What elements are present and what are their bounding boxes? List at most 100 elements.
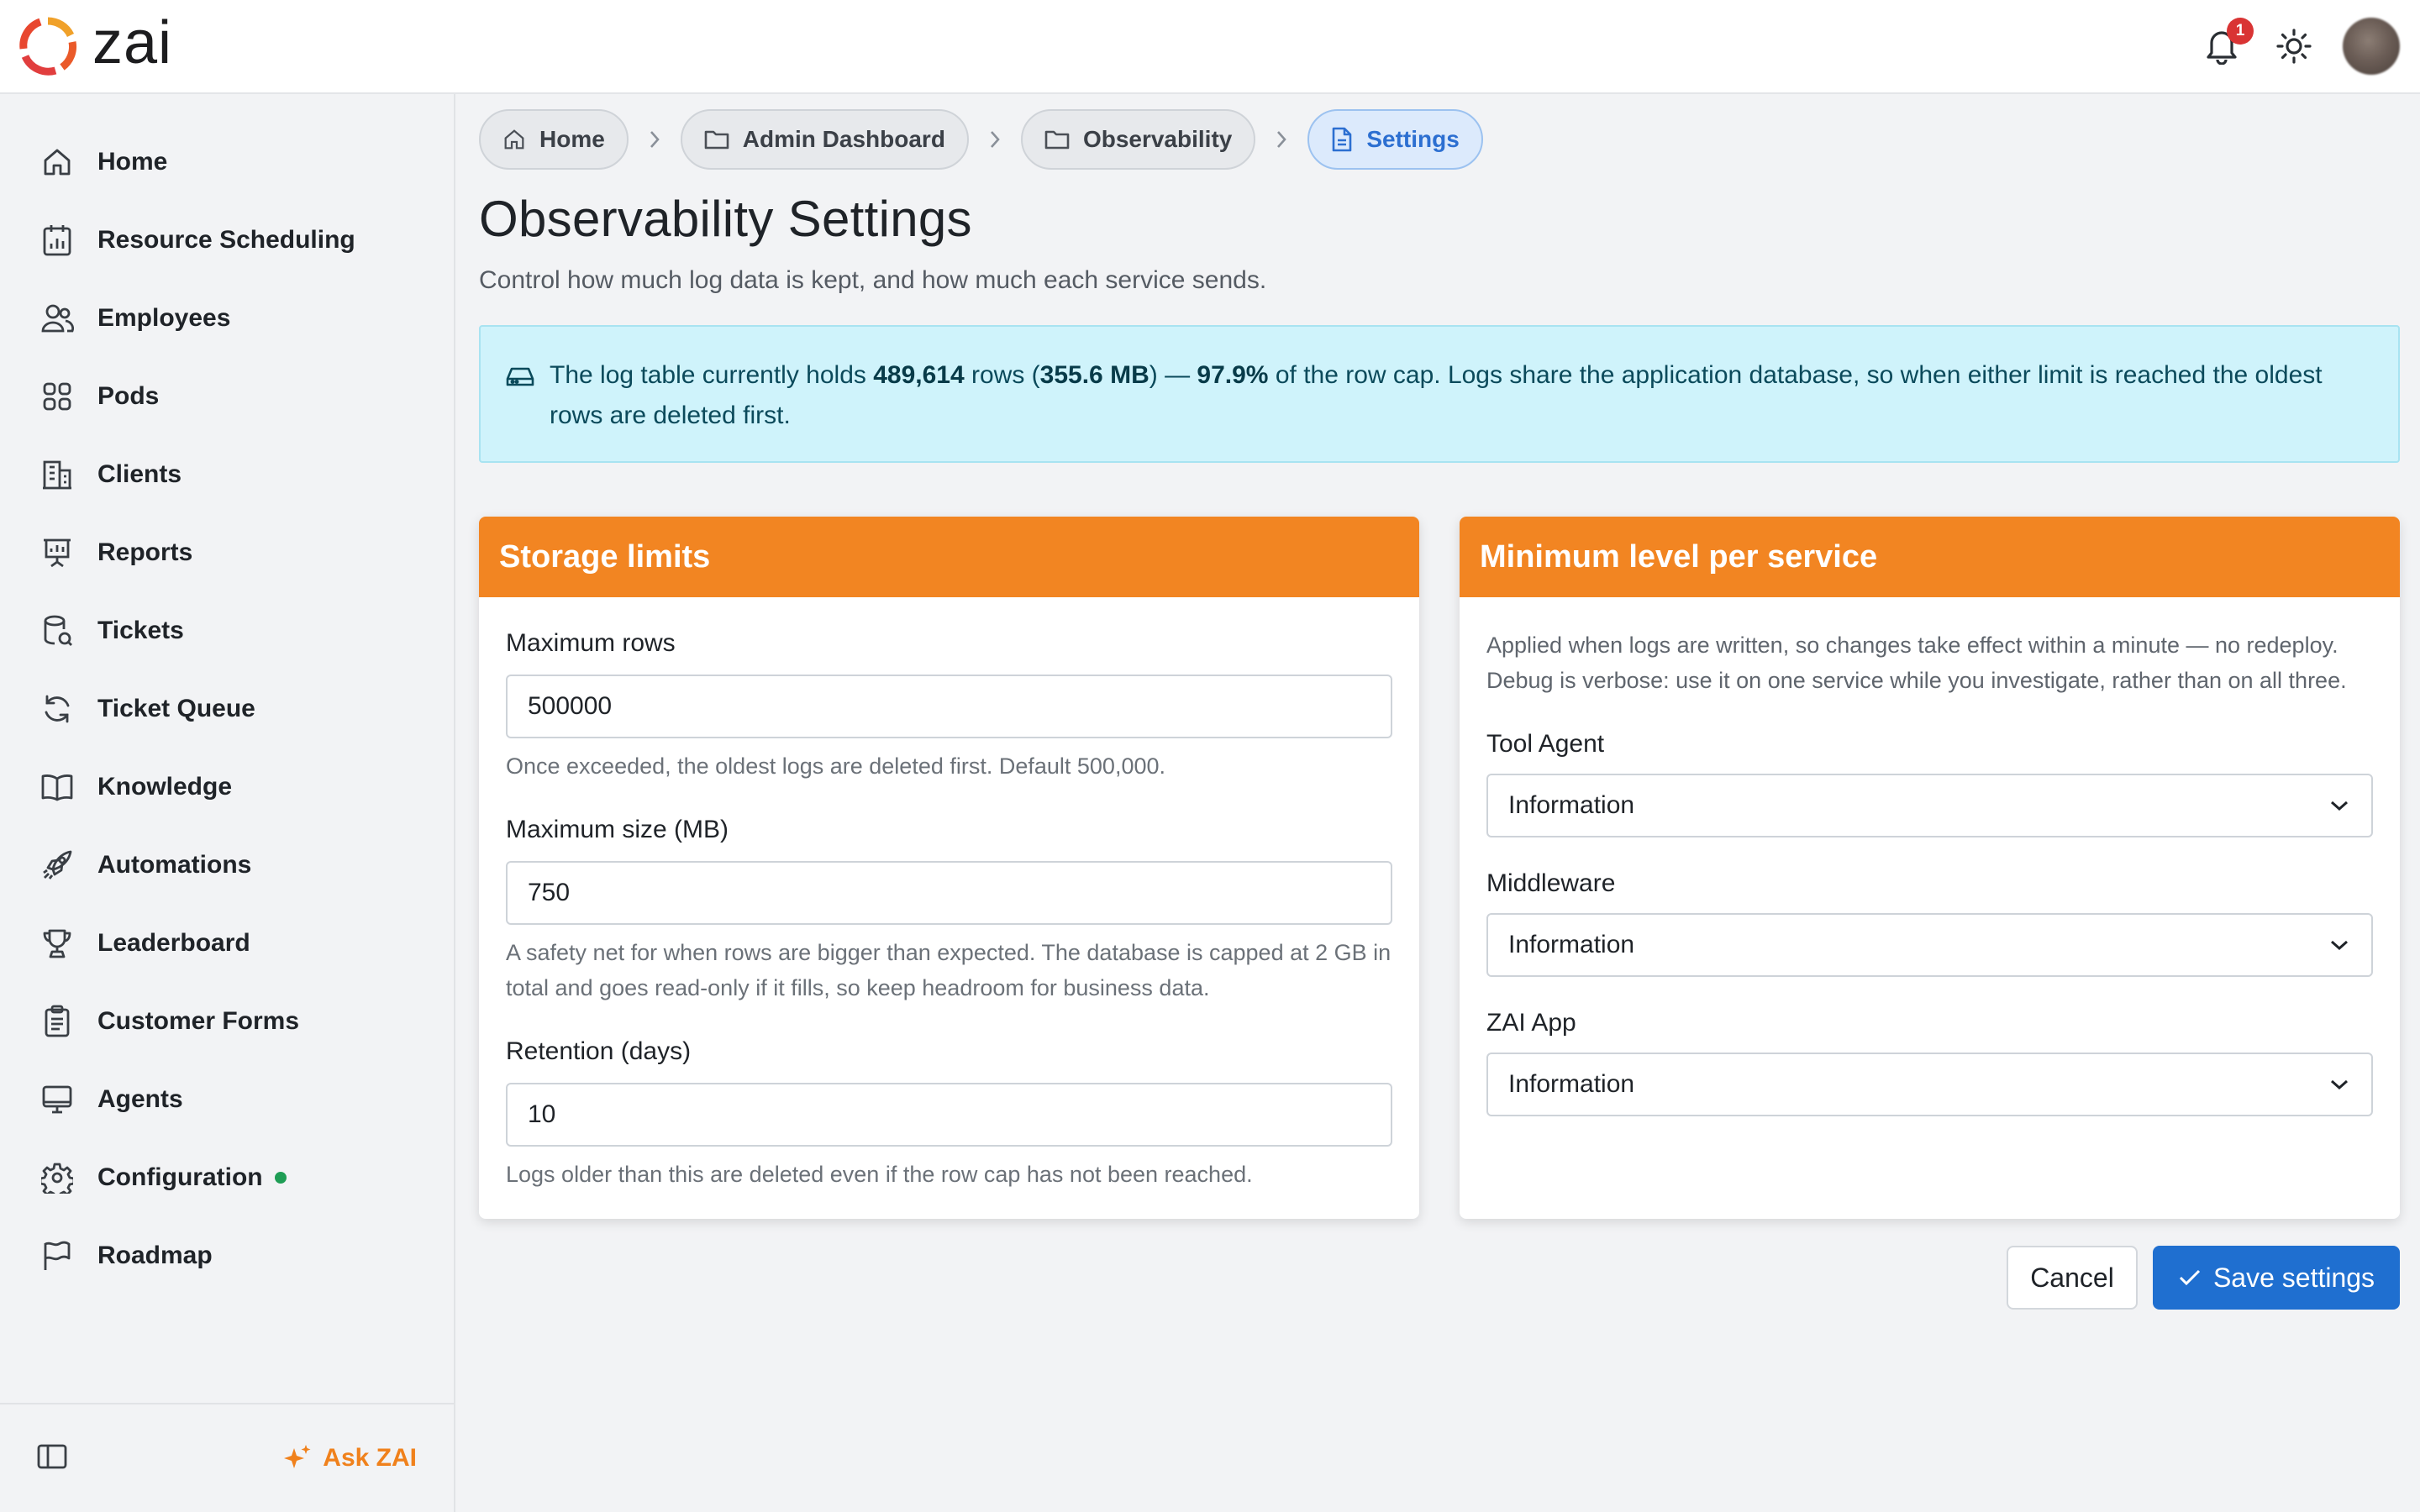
monitor-icon (39, 1081, 76, 1118)
refresh-icon (39, 690, 76, 727)
gear-icon (39, 1159, 76, 1196)
max-size-help: A safety net for when rows are bigger th… (506, 940, 1392, 1000)
sidebar-item-knowledge[interactable]: Knowledge (0, 748, 454, 826)
middleware-select[interactable]: Information (1486, 913, 2373, 977)
chevron-right-icon (629, 128, 681, 151)
sun-icon (2276, 29, 2312, 64)
sidebar-item-label: Ticket Queue (97, 694, 255, 722)
collapse-sidebar-button[interactable] (37, 1443, 67, 1474)
select-value: Information (1508, 931, 1635, 958)
levels-description: Applied when logs are written, so change… (1486, 633, 2347, 693)
notifications-button[interactable]: 1 (2198, 18, 2254, 70)
breadcrumb-observability[interactable]: Observability (1020, 109, 1256, 170)
sidebar-item-label: Automations (97, 850, 252, 879)
chevron-right-icon (1255, 128, 1307, 151)
app-logo[interactable]: zai (18, 13, 172, 76)
save-settings-button[interactable]: Save settings (2153, 1246, 2400, 1310)
sidebar-item-label: Agents (97, 1084, 183, 1113)
alert-message: The log table currently holds 489,614 ro… (550, 355, 2365, 461)
sidebar-item-automations[interactable]: Automations (0, 826, 454, 904)
sidebar: Home Resource Scheduling Employees Pods … (0, 94, 455, 1512)
breadcrumb-admin-dashboard[interactable]: Admin Dashboard (680, 109, 969, 170)
sidebar-item-label: Customer Forms (97, 1006, 300, 1035)
max-size-label: Maximum size (MB) (506, 816, 729, 843)
page-subtitle: Control how much log data is kept, and h… (479, 266, 1267, 294)
max-size-input[interactable] (506, 861, 1392, 925)
main-content: Home Admin Dashboard Observability Setti… (479, 94, 2400, 1310)
chevron-down-icon (2331, 1079, 2348, 1090)
ask-zai-button[interactable]: Ask ZAI (282, 1443, 417, 1473)
rocket-icon (39, 847, 76, 884)
sidebar-item-label: Clients (97, 459, 182, 488)
card-title: Minimum level per service (1460, 517, 2400, 597)
folder-icon (1044, 130, 1070, 150)
zai-app-select[interactable]: Information (1486, 1053, 2373, 1116)
retention-label: Retention (days) (506, 1037, 692, 1065)
chevron-down-icon (2331, 801, 2348, 811)
sidebar-item-tickets[interactable]: Tickets (0, 591, 454, 669)
sidebar-item-clients[interactable]: Clients (0, 435, 454, 513)
alert-text: ) — (1149, 361, 1197, 389)
max-rows-help: Once exceeded, the oldest logs are delet… (506, 753, 1166, 779)
chevron-down-icon (2331, 940, 2348, 951)
sidebar-item-reports[interactable]: Reports (0, 513, 454, 591)
save-label: Save settings (2212, 1262, 2375, 1293)
users-icon (39, 300, 76, 337)
max-rows-input[interactable] (506, 675, 1392, 738)
breadcrumb-label: Home (539, 126, 605, 152)
breadcrumb-label: Observability (1082, 126, 1233, 152)
sparkle-icon (284, 1445, 311, 1468)
retention-input[interactable] (506, 1083, 1392, 1147)
sidebar-item-pods[interactable]: Pods (0, 357, 454, 435)
alert-row-count: 489,614 (873, 361, 965, 389)
theme-toggle-button[interactable] (2270, 23, 2317, 70)
tool-agent-select[interactable]: Information (1486, 774, 2373, 837)
alert-text: rows ( (964, 361, 1040, 389)
alert-percent: 97.9% (1197, 361, 1269, 389)
card-title: Storage limits (479, 517, 1419, 597)
sidebar-item-label: Leaderboard (97, 928, 250, 957)
home-icon (39, 144, 76, 181)
sidebar-item-label: Pods (97, 381, 160, 410)
grid-icon (39, 378, 76, 415)
sidebar-item-configuration[interactable]: Configuration (0, 1138, 454, 1216)
storage-limits-card: Storage limits Maximum rows Once exceede… (479, 517, 1419, 1219)
check-icon (2179, 1269, 2200, 1286)
cancel-button[interactable]: Cancel (2007, 1246, 2138, 1310)
breadcrumb-settings[interactable]: Settings (1307, 109, 1483, 170)
tool-agent-label: Tool Agent (1486, 730, 1605, 758)
sidebar-item-ticket-queue[interactable]: Ticket Queue (0, 669, 454, 748)
sidebar-item-label: Reports (97, 538, 193, 566)
retention-help: Logs older than this are deleted even if… (506, 1162, 1253, 1187)
clipboard-icon (39, 1003, 76, 1040)
sidebar-item-employees[interactable]: Employees (0, 279, 454, 357)
breadcrumb: Home Admin Dashboard Observability Setti… (479, 109, 2400, 170)
sidebar-item-agents[interactable]: Agents (0, 1060, 454, 1138)
hard-drive-icon (506, 367, 534, 386)
app-name: zai (92, 9, 173, 76)
chevron-right-icon (969, 128, 1021, 151)
sidebar-item-label: Home (97, 147, 168, 176)
sidebar-item-roadmap[interactable]: Roadmap (0, 1216, 454, 1294)
trophy-icon (39, 925, 76, 962)
top-bar: zai 1 (0, 0, 2420, 94)
status-dot (274, 1171, 287, 1184)
sidebar-item-leaderboard[interactable]: Leaderboard (0, 904, 454, 982)
logo-ring-icon (19, 17, 76, 76)
breadcrumb-label: Settings (1366, 126, 1460, 152)
sidebar-toggle-icon (37, 1444, 67, 1468)
calendar-chart-icon (39, 222, 76, 259)
select-value: Information (1508, 791, 1635, 819)
sidebar-item-customer-forms[interactable]: Customer Forms (0, 982, 454, 1060)
alert-size: 355.6 MB (1039, 361, 1150, 389)
user-avatar[interactable] (2343, 18, 2400, 75)
sidebar-item-label: Resource Scheduling (97, 225, 355, 254)
sidebar-item-home[interactable]: Home (0, 123, 454, 201)
middleware-label: Middleware (1486, 869, 1616, 897)
sidebar-item-resource-scheduling[interactable]: Resource Scheduling (0, 201, 454, 279)
notification-badge: 1 (2227, 18, 2254, 45)
building-icon (39, 456, 76, 493)
document-icon (1333, 127, 1352, 152)
breadcrumb-home[interactable]: Home (479, 109, 629, 170)
ticket-icon (39, 612, 76, 649)
